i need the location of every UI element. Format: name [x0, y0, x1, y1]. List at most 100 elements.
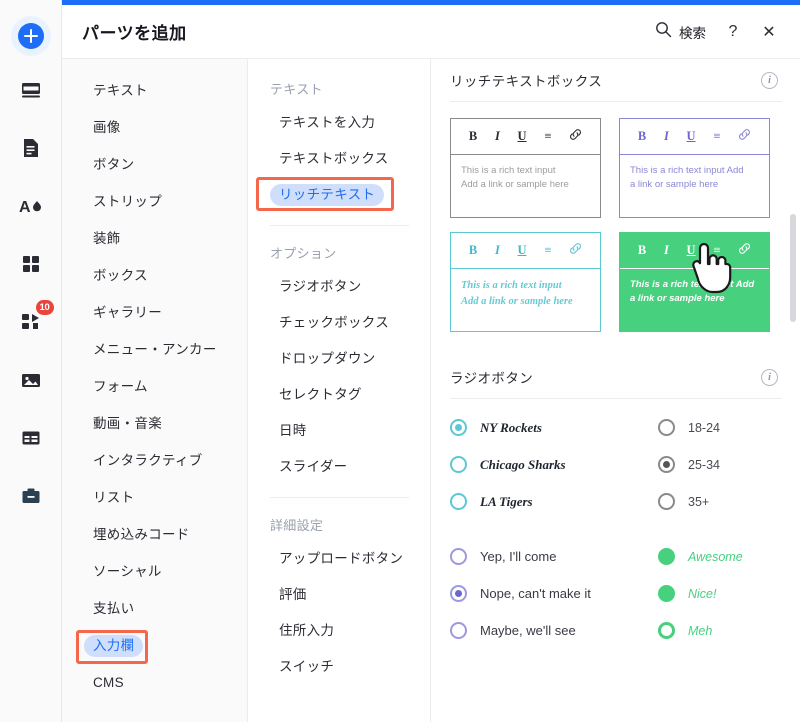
subitem-text-box[interactable]: テキストボックス — [249, 141, 430, 177]
italic-icon[interactable]: I — [664, 129, 669, 144]
rich-text-box-preview[interactable]: B I U ≡ This is a rich text input Add a … — [619, 232, 770, 332]
rtb-line2: Add a link or sample here — [461, 295, 573, 307]
italic-icon[interactable]: I — [664, 243, 669, 258]
sidebar-item-menu-anchor[interactable]: メニュー・アンカー — [62, 331, 247, 368]
svg-text:A: A — [19, 199, 31, 216]
radio-icon[interactable] — [450, 585, 467, 602]
rich-text-box-preview[interactable]: B I U ≡ This is a rich text input Add a … — [619, 118, 770, 218]
subitem-radio-button[interactable]: ラジオボタン — [249, 269, 430, 305]
search-button[interactable]: 検索 — [649, 17, 712, 47]
italic-icon[interactable]: I — [495, 129, 500, 144]
sidebar-item-image[interactable]: 画像 — [62, 109, 247, 146]
subitem-address-input[interactable]: 住所入力 — [249, 613, 430, 649]
rail-item-blog[interactable] — [9, 418, 53, 462]
sidebar-item-input-field[interactable]: 入力欄 — [62, 627, 247, 664]
rail-item-business[interactable] — [9, 476, 53, 520]
radio-icon[interactable] — [658, 622, 675, 639]
sidebar-item-text[interactable]: テキスト — [62, 72, 247, 109]
radio-icon[interactable] — [450, 622, 467, 639]
sidebar-item-social[interactable]: ソーシャル — [62, 553, 247, 590]
sidebar-item-strip[interactable]: ストリップ — [62, 183, 247, 220]
underline-icon[interactable]: U — [518, 129, 527, 144]
sidebar-item-interactive[interactable]: インタラクティブ — [62, 442, 247, 479]
radio-row[interactable]: 18-24 — [658, 409, 798, 446]
radio-row[interactable]: 35+ — [658, 483, 798, 520]
bold-icon[interactable]: B — [638, 243, 646, 258]
sidebar-item-payment[interactable]: 支払い — [62, 590, 247, 627]
rich-text-box-preview[interactable]: B I U ≡ This is a rich text input Add a … — [450, 232, 601, 332]
subitem-datetime[interactable]: 日時 — [249, 413, 430, 449]
radio-icon[interactable] — [450, 493, 467, 510]
help-button[interactable]: ? — [718, 17, 748, 47]
sidebar-item-embed-code[interactable]: 埋め込みコード — [62, 516, 247, 553]
info-icon[interactable]: i — [761, 71, 778, 89]
link-icon[interactable] — [569, 242, 582, 259]
subitem-label: セレクトタグ — [279, 387, 362, 402]
sidebar-item-box[interactable]: ボックス — [62, 257, 247, 294]
align-icon[interactable]: ≡ — [544, 243, 551, 258]
category-label: 画像 — [93, 119, 121, 135]
link-icon[interactable] — [569, 128, 582, 145]
subitem-select-tag[interactable]: セレクトタグ — [249, 377, 430, 413]
sidebar-item-form[interactable]: フォーム — [62, 368, 247, 405]
radio-row[interactable]: Maybe, we'll see — [450, 612, 658, 649]
radio-icon[interactable] — [450, 548, 467, 565]
radio-row[interactable]: Chicago Sharks — [450, 446, 658, 483]
close-button[interactable]: ✕ — [754, 17, 784, 47]
rail-item-apps[interactable] — [9, 244, 53, 288]
radio-icon[interactable] — [658, 548, 675, 565]
subitem-rich-text[interactable]: リッチテキスト — [249, 177, 430, 213]
subitem-rating[interactable]: 評価 — [249, 577, 430, 613]
scrollbar-track[interactable] — [790, 59, 796, 722]
rich-text-box-preview[interactable]: B I U ≡ This is a rich text input Add a … — [450, 118, 601, 218]
sidebar-item-button[interactable]: ボタン — [62, 146, 247, 183]
rail-item-media[interactable] — [9, 360, 53, 404]
underline-icon[interactable]: U — [687, 243, 696, 258]
bold-icon[interactable]: B — [638, 129, 646, 144]
radio-row[interactable]: Awesome — [658, 538, 798, 575]
sidebar-item-cms[interactable]: CMS — [62, 664, 247, 701]
info-icon[interactable]: i — [761, 368, 778, 386]
rtb-line2: a link or sample here — [630, 293, 725, 305]
subitem-slider[interactable]: スライダー — [249, 449, 430, 485]
sidebar-item-list[interactable]: リスト — [62, 479, 247, 516]
underline-icon[interactable]: U — [518, 243, 527, 258]
bold-icon[interactable]: B — [469, 129, 477, 144]
radio-row[interactable]: Nice! — [658, 575, 798, 612]
radio-row[interactable]: Yep, I'll come — [450, 538, 658, 575]
radio-row[interactable]: Nope, can't make it — [450, 575, 658, 612]
rail-item-layout[interactable] — [9, 70, 53, 114]
italic-icon[interactable]: I — [495, 243, 500, 258]
rail-item-pages[interactable] — [9, 128, 53, 172]
sidebar-item-decoration[interactable]: 装飾 — [62, 220, 247, 257]
sidebar-item-gallery[interactable]: ギャラリー — [62, 294, 247, 331]
subitem-upload-button[interactable]: アップロードボタン — [249, 541, 430, 577]
align-icon[interactable]: ≡ — [713, 129, 720, 144]
radio-icon[interactable] — [450, 456, 467, 473]
link-icon[interactable] — [738, 128, 751, 145]
align-icon[interactable]: ≡ — [544, 129, 551, 144]
add-button[interactable] — [10, 16, 51, 56]
subitem-dropdown[interactable]: ドロップダウン — [249, 341, 430, 377]
radio-icon[interactable] — [450, 419, 467, 436]
subitem-checkbox[interactable]: チェックボックス — [249, 305, 430, 341]
radio-icon[interactable] — [658, 585, 675, 602]
radio-row[interactable]: Meh — [658, 612, 798, 649]
link-icon[interactable] — [738, 242, 751, 259]
category-label: ギャラリー — [93, 304, 162, 320]
align-icon[interactable]: ≡ — [713, 243, 720, 258]
rail-item-theme[interactable]: A — [9, 186, 53, 230]
radio-row[interactable]: LA Tigers — [450, 483, 658, 520]
radio-row[interactable]: NY Rockets — [450, 409, 658, 446]
subitem-text-input[interactable]: テキストを入力 — [249, 105, 430, 141]
bold-icon[interactable]: B — [469, 243, 477, 258]
underline-icon[interactable]: U — [687, 129, 696, 144]
subitem-switch[interactable]: スイッチ — [249, 649, 430, 685]
radio-icon[interactable] — [658, 493, 675, 510]
rail-item-addons[interactable]: 10 — [9, 300, 54, 346]
radio-row[interactable]: 25-34 — [658, 446, 798, 483]
scrollbar-thumb[interactable] — [790, 214, 796, 322]
radio-icon[interactable] — [658, 456, 675, 473]
radio-icon[interactable] — [658, 419, 675, 436]
sidebar-item-video-music[interactable]: 動画・音楽 — [62, 405, 247, 442]
